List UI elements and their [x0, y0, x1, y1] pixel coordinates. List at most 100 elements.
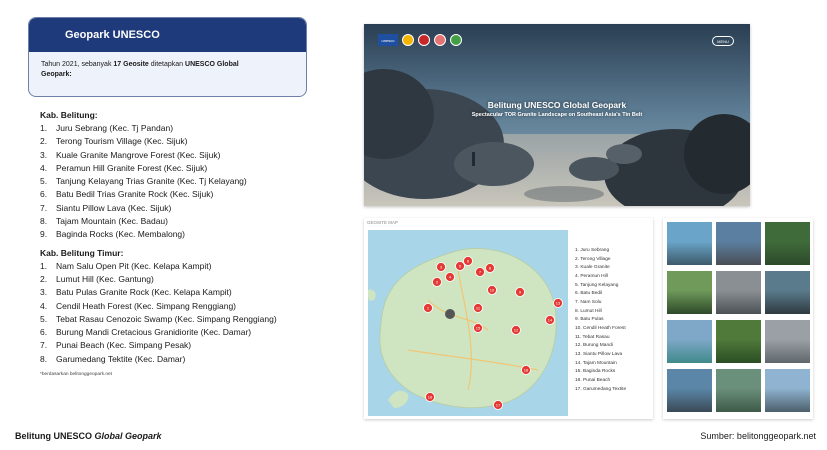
list-item-number: 6.: [40, 189, 48, 200]
map-pin-icon[interactable]: 17: [493, 400, 503, 410]
partner-logo-icon: [418, 34, 430, 46]
list-item: 2. Terong Tourism Village (Kec. Sijuk): [40, 135, 330, 148]
map-legend-item: 5. Tanjung Kelayang: [575, 282, 619, 288]
unesco-logo-icon: unesco: [378, 34, 398, 46]
map-legend-item: 12. Burung Mandi: [575, 343, 613, 349]
list-item-number: 4.: [40, 162, 48, 173]
map-pin-icon[interactable]: 10: [487, 285, 497, 295]
group-title: Kab. Belitung Timur:: [40, 247, 124, 258]
list-item-number: 7.: [40, 340, 48, 351]
list-item-number: 7.: [40, 202, 48, 213]
map-legend-item: 6. Batu Bedil: [575, 291, 603, 297]
list-item-label: Tajam Mountain (Kec. Badau): [56, 216, 168, 227]
geosite-photo-tile[interactable]: [765, 222, 810, 265]
caption-left: Belitung UNESCO Global Geopark: [15, 431, 162, 441]
map-pin-icon[interactable]: 3: [436, 262, 446, 272]
list-item: 8. Garumedang Tektite (Kec. Damar): [40, 353, 330, 366]
map-pin-icon[interactable]: 12: [511, 325, 521, 335]
map-pin-icon[interactable]: 2: [432, 277, 442, 287]
map-legend-item: 11. Tebat Rasau: [575, 334, 610, 340]
map-pin-icon[interactable]: 11: [473, 303, 483, 313]
map-pin-icon[interactable]: 6: [463, 256, 473, 266]
list-item-number: 9.: [40, 229, 48, 240]
map-pin-icon[interactable]: 7: [475, 267, 485, 277]
map-area[interactable]: 1 2 3 4 5 6 7 8 9 10 11 12 13 14 15 16 17 18: [368, 230, 568, 416]
map-legend-item: 9. Batu Pulas: [575, 317, 604, 323]
geosite-photo-tile[interactable]: [667, 320, 712, 363]
map-legend-item: 13. Siantu Pillow Lava: [575, 351, 623, 357]
geosite-photo-tile[interactable]: [716, 271, 761, 314]
list-item: 8. Tajam Mountain (Kec. Badau): [40, 215, 330, 228]
geosite-photo-tile[interactable]: [765, 271, 810, 314]
map-pin-icon[interactable]: 8: [485, 263, 495, 273]
map-pin-number: 14: [548, 318, 553, 323]
partner-logo-icon: [402, 34, 414, 46]
geosite-photo-tile[interactable]: [765, 369, 810, 412]
map-pin-icon[interactable]: 5: [455, 261, 465, 271]
partner-logo-icon: [434, 34, 446, 46]
map-legend-item: 3. Kuale Granite: [575, 265, 610, 271]
map-pin-number: 12: [514, 328, 519, 333]
map-pin-icon[interactable]: 15: [473, 323, 483, 333]
list-item: 4. Cendil Heath Forest (Kec. Simpang Reng…: [40, 300, 330, 313]
list-item-number: 5.: [40, 313, 48, 324]
caption-left-italic: Global Geopark: [94, 431, 162, 441]
photo-grid: [663, 218, 813, 419]
list-item: 7. Siantu Pillow Lava (Kec. Sijuk): [40, 202, 330, 215]
map-legend-item: 2. Terong Village: [575, 256, 611, 262]
list-item-label: Kuale Granite Mangrove Forest (Kec. Siju…: [56, 149, 221, 160]
geosite-photo-tile[interactable]: [716, 369, 761, 412]
list-item-label: Siantu Pillow Lava (Kec. Sijuk): [56, 202, 172, 213]
list-item: 9. Baginda Rocks (Kec. Membalong): [40, 228, 330, 241]
list-item-label: Garumedang Tektite (Kec. Damar): [56, 353, 186, 364]
list-item: 5. Tebat Rasau Cenozoic Swamp (Kec. Simpa…: [40, 313, 330, 326]
hero-title: Belitung UNESCO Global Geopark: [487, 100, 627, 110]
geosite-photo-tile[interactable]: [667, 271, 712, 314]
list-item-label: Tanjung Kelayang Trias Granite (Kec. Tj …: [56, 176, 247, 187]
hero-subtitle: Spectacular TOR Granite Landscape on Sou…: [471, 112, 643, 118]
list-item-label: Punai Beach (Kec. Simpang Pesak): [56, 340, 192, 351]
list-item-number: 3.: [40, 287, 48, 298]
map-pin-icon[interactable]: 4: [445, 272, 455, 282]
group-belitung-timur: Kab. Belitung Timur: 1. Nam Salu Open Pit…: [40, 248, 330, 366]
list-item: 2. Lumut Hill (Kec. Gantung): [40, 273, 330, 286]
list-item-number: 5.: [40, 176, 48, 187]
map-pin-number: 15: [476, 326, 481, 331]
list-item-number: 2.: [40, 273, 48, 284]
geosite-lists: Kab. Belitung: 1. Juru Sebrang (Kec. Tj P…: [40, 110, 330, 377]
map-legend: 1. Juru Sebrang 2. Terong Village 3. Kuale…: [575, 247, 626, 394]
list-item-label: Lumut Hill (Kec. Gantung): [56, 273, 154, 284]
info-text-mid: ditetapkan: [148, 61, 186, 68]
list-item: 3. Kuale Granite Mangrove Forest (Kec. Si…: [40, 149, 330, 162]
info-card-title: Geopark UNESCO: [29, 18, 306, 52]
map-pin-icon[interactable]: 14: [545, 315, 555, 325]
list-item-label: Burung Mandi Cretacious Granidiorite (Ke…: [56, 327, 252, 338]
geosite-photo-tile[interactable]: [716, 320, 761, 363]
map-legend-item: 17. Garumedang Textite: [575, 386, 627, 392]
menu-button[interactable]: MENU: [712, 36, 734, 46]
map-legend-item: 15. Baginda Rocks: [575, 369, 616, 375]
group-belitung: Kab. Belitung: 1. Juru Sebrang (Kec. Tj P…: [40, 110, 330, 242]
geosite-photo-tile[interactable]: [765, 320, 810, 363]
group-title: Kab. Belitung:: [40, 110, 98, 120]
list-item-label: Tebat Rasau Cenozoic Swamp (Kec. Simpang…: [56, 313, 277, 324]
map-pin-icon[interactable]: 16: [425, 392, 435, 402]
geosite-photo-tile[interactable]: [667, 222, 712, 265]
list-item-label: Batu Pulas Granite Rock (Kec. Kelapa Kam…: [56, 287, 232, 298]
geosite-photo-tile[interactable]: [716, 222, 761, 265]
list-item-label: Batu Bedil Trias Granite Rock (Kec. Siju…: [56, 189, 214, 200]
list-item: 4. Peramun Hill Granite Forest (Kec. Siju…: [40, 162, 330, 175]
map-pin-icon[interactable]: 13: [553, 298, 563, 308]
geosite-photo-tile[interactable]: [667, 369, 712, 412]
hero-logos: unesco: [378, 34, 462, 46]
map-pin-icon[interactable]: 1: [423, 303, 433, 313]
info-text-count: 17 Geosite: [113, 61, 149, 68]
map-pin-icon[interactable]: 18: [521, 365, 531, 375]
map-pin-number: 16: [428, 395, 433, 400]
list-item-number: 8.: [40, 353, 48, 364]
info-text-line2: Geopark:: [41, 71, 72, 78]
caption-source: Sumber: belitonggeopark.net: [700, 431, 816, 441]
info-text-org: UNESCO Global: [185, 61, 239, 68]
list-item-label: Juru Sebrang (Kec. Tj Pandan): [56, 123, 174, 133]
map-pin-icon[interactable]: 9: [515, 287, 525, 297]
